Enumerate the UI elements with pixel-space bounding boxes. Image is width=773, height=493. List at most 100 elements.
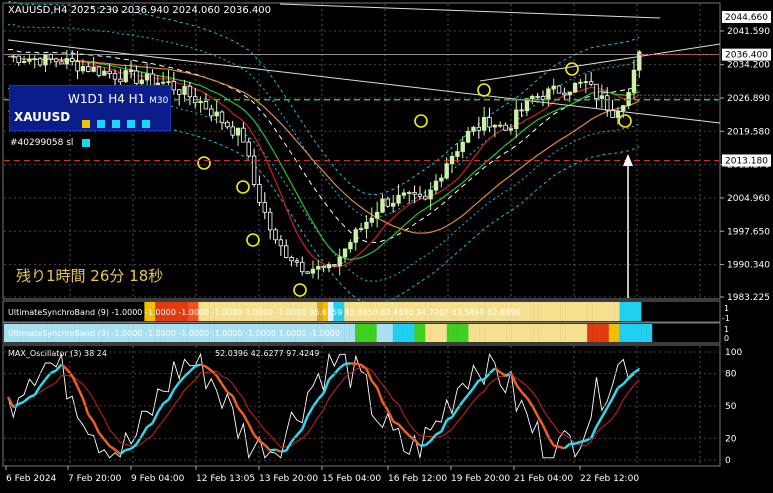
candle-body — [12, 56, 16, 57]
candle-body — [97, 67, 101, 75]
usb1-bar — [576, 302, 582, 321]
usb1-bar — [614, 302, 620, 321]
osc-main-segment — [126, 449, 131, 450]
usb2-title: UltimateSynchroBand (9) -1.0000 -1.0000 … — [8, 329, 340, 338]
candle-body — [504, 125, 508, 130]
candle-body — [183, 86, 187, 94]
time-label: 16 Feb 12:00 — [388, 474, 447, 484]
usb1-bar — [625, 302, 631, 321]
candle-body — [17, 56, 21, 63]
usb2-bar — [539, 324, 545, 342]
usb2-bar — [625, 324, 631, 342]
chart-canvas[interactable]: UltimateSynchroBand (9) -1.0000 -1.0000 … — [0, 0, 773, 489]
candle-body — [279, 240, 283, 246]
candle-body — [611, 110, 615, 117]
candle-body — [204, 101, 208, 109]
osc-scale-label: 100 — [725, 348, 742, 358]
usb2-bar — [404, 324, 410, 342]
candle-body — [584, 82, 588, 83]
usb2-bar — [533, 324, 539, 342]
indicator-box — [127, 120, 135, 128]
candle-body — [573, 83, 577, 92]
candle-body — [589, 82, 593, 85]
candle-body — [151, 74, 155, 85]
time-label: 22 Feb 12:00 — [580, 474, 639, 484]
candle-body — [124, 71, 128, 82]
usb2-bar — [614, 324, 620, 342]
usb2-bar — [409, 324, 415, 342]
candle-body — [477, 127, 481, 130]
usb2-bar — [447, 324, 453, 342]
mt4-chart-window[interactable]: UltimateSynchroBand (9) -1.0000 -1.0000 … — [0, 0, 773, 489]
price-label: 2034.200 — [727, 61, 770, 71]
osc-main-segment — [281, 451, 286, 452]
candle-body — [177, 90, 181, 95]
usb1-bar — [549, 302, 555, 321]
usb1-bar — [609, 302, 615, 321]
usb1-bar — [566, 302, 572, 321]
usb1-bar — [544, 302, 550, 321]
indicator-box — [112, 120, 120, 128]
usb1-bar — [560, 302, 566, 321]
candle-body — [595, 84, 599, 98]
candle-body — [60, 62, 64, 64]
usb2-bar — [468, 324, 474, 342]
candle-body — [531, 96, 535, 98]
candle-body — [547, 89, 551, 100]
usb1-bar — [533, 302, 539, 321]
usb2-bar — [636, 324, 642, 342]
candle-body — [258, 184, 262, 202]
candle-body — [284, 246, 288, 258]
usb2-bar — [566, 324, 572, 342]
usb1-title: UltimateSynchroBand (9) -1.0000 -1.0000 … — [8, 308, 520, 317]
time-label: 15 Feb 04:00 — [322, 474, 381, 484]
timeframes: W1D1 H4 H1 — [68, 92, 145, 106]
candle-body — [498, 125, 502, 126]
usb2-bar — [495, 324, 501, 342]
usb2-bar — [414, 324, 420, 342]
osc-scale-label: 50 — [725, 402, 737, 412]
usb2-bar — [355, 324, 361, 342]
candle-body — [391, 203, 395, 206]
candle-body — [509, 129, 513, 131]
usb2-bar — [641, 324, 647, 342]
ohlc-values: 2025.230 2036.940 2024.060 2036.400 — [71, 5, 271, 16]
candle-body — [119, 79, 123, 82]
usb1-bar — [630, 302, 636, 321]
usb1-bar — [587, 302, 593, 321]
candle-body — [49, 54, 53, 58]
symbol-tf: XAUUSD,H4 — [8, 5, 67, 16]
candle-body — [210, 109, 214, 116]
candle-body — [231, 127, 235, 135]
candle-body — [365, 222, 369, 228]
candle-body — [215, 112, 219, 116]
candle-body — [579, 82, 583, 83]
candle-body — [135, 71, 139, 84]
indicator-boxes — [82, 113, 170, 151]
usb2-bar — [360, 324, 366, 342]
osc-main-segment — [559, 447, 564, 449]
usb2-bar — [441, 324, 447, 342]
candle-body — [92, 67, 96, 72]
candle-body — [28, 59, 32, 61]
candle-body — [103, 71, 107, 75]
usb2-bar — [603, 324, 609, 342]
usb2-bar — [620, 324, 626, 342]
usb2-bar — [479, 324, 485, 342]
candle-body — [632, 70, 636, 92]
usb2-bar — [431, 324, 437, 342]
candle-body — [199, 101, 203, 102]
small-tf: M30 — [149, 96, 168, 106]
price-highlight-label: 2044.660 — [725, 13, 768, 23]
candle-body — [343, 249, 347, 257]
usb2-bar — [371, 324, 377, 342]
usb1-bar — [522, 302, 528, 321]
candle-body — [86, 67, 90, 72]
candle-body — [493, 125, 497, 127]
candle-body — [76, 62, 80, 71]
price-label: 2041.590 — [727, 27, 770, 37]
candle-body — [370, 218, 374, 222]
candle-body — [418, 194, 422, 196]
osc-main-segment — [575, 442, 580, 444]
price-label: 1983.225 — [727, 293, 770, 303]
